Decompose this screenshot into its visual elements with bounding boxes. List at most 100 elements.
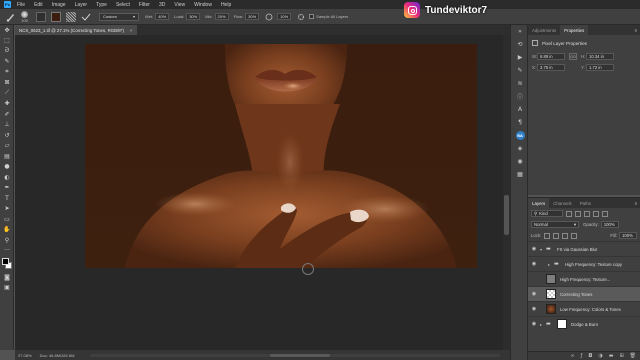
menu-type[interactable]: Type	[96, 2, 107, 8]
scrollbar-thumb[interactable]	[504, 195, 509, 235]
tab-layers[interactable]: Layers	[528, 198, 550, 208]
x-input[interactable]: 3.75 in	[537, 64, 565, 71]
dodge-tool-icon[interactable]: ◐	[0, 172, 14, 183]
lasso-tool-icon[interactable]: ᘐ	[0, 46, 14, 57]
shape-filter-icon[interactable]	[593, 210, 599, 217]
scrollbar-thumb[interactable]	[270, 354, 330, 357]
lock-position-icon[interactable]	[562, 232, 569, 239]
actions-panel-icon[interactable]: ▶	[511, 51, 529, 64]
quick-select-tool-icon[interactable]: ✎	[0, 57, 14, 68]
paragraph-panel-icon[interactable]: ¶	[511, 116, 529, 129]
move-tool-icon[interactable]: ✥	[0, 25, 14, 36]
marquee-tool-icon[interactable]: ⬚	[0, 36, 14, 47]
visibility-eye-icon[interactable]: ◉	[528, 246, 540, 252]
smoothing-input[interactable]: 10%	[277, 13, 292, 20]
layer-low-frequency-colors-tones[interactable]: ◉ Low Frequency: Colors & Tones	[528, 301, 640, 316]
menu-filter[interactable]: Filter	[139, 2, 150, 8]
panel-menu-icon[interactable]: ≡	[634, 25, 640, 35]
link-layers-icon[interactable]: ∞	[570, 353, 574, 359]
lock-all-icon[interactable]	[571, 232, 578, 239]
quick-mask-icon[interactable]: ◙	[0, 272, 14, 283]
brush-settings-icon[interactable]	[36, 11, 46, 22]
frame-tool-icon[interactable]: ⊠	[0, 78, 14, 89]
history-panel-icon[interactable]: ⟲	[511, 38, 529, 51]
new-group-icon[interactable]: ▬	[609, 353, 614, 359]
y-input[interactable]: 1.72 in	[586, 64, 614, 71]
layer-group-dodge-burn[interactable]: ◉ ▸ ▬ Dodge & Burn	[528, 316, 640, 331]
opacity-input[interactable]: 100%	[600, 221, 619, 228]
menu-file[interactable]: File	[17, 2, 25, 8]
brush-tool-icon[interactable]: ✐	[0, 109, 14, 120]
flow-input[interactable]: 30%	[245, 13, 260, 20]
menu-3d[interactable]: 3D	[159, 2, 165, 8]
adjustment-filter-icon[interactable]	[575, 210, 581, 217]
tab-channels[interactable]: Channels	[549, 198, 576, 208]
menu-edit[interactable]: Edit	[34, 2, 43, 8]
layer-high-frequency-texture[interactable]: ◉ High Frequency: Texture...	[528, 271, 640, 286]
filter-kind-dropdown[interactable]: ⚲ Kind	[531, 210, 563, 217]
wet-input[interactable]: 40%	[155, 13, 170, 20]
foreground-color-swatch[interactable]	[2, 258, 9, 265]
menu-layer[interactable]: Layer	[75, 2, 88, 8]
height-input[interactable]: 10.34 in	[586, 53, 614, 60]
adjustment-layer-icon[interactable]: ◑	[598, 353, 602, 359]
gradient-tool-icon[interactable]: ▤	[0, 151, 14, 162]
info-panel-icon[interactable]: ⓘ	[511, 90, 529, 103]
type-filter-icon[interactable]	[584, 210, 590, 217]
zoom-level[interactable]: 27.08%	[18, 353, 32, 358]
brushes-panel-icon[interactable]: ✎	[511, 64, 529, 77]
layer-correcting-tones[interactable]: ◉ Correcting Tones	[528, 286, 640, 301]
visibility-eye-icon[interactable]: ◉	[528, 261, 540, 267]
panel-menu-icon[interactable]: ≡	[634, 198, 640, 208]
clone-stamp-tool-icon[interactable]: ⊥	[0, 120, 14, 131]
mixer-brush-icon[interactable]	[6, 12, 16, 22]
eraser-tool-icon[interactable]: ▱	[0, 141, 14, 152]
brush-preset-picker[interactable]: 100	[21, 10, 28, 23]
tab-paths[interactable]: Paths	[576, 198, 595, 208]
layer-mask-thumbnail[interactable]	[557, 319, 567, 329]
visibility-eye-icon[interactable]: ◉	[528, 291, 540, 297]
visibility-eye-icon[interactable]: ◉	[528, 321, 540, 327]
document-tab[interactable]: NCS_0623_1.tif @ 27.1% (Correcting Tones…	[15, 25, 137, 35]
visibility-eye-icon[interactable]: ◉	[528, 276, 540, 282]
expand-panels-icon[interactable]: »	[511, 25, 529, 38]
new-layer-icon[interactable]: ⊞	[619, 353, 623, 359]
add-mask-icon[interactable]: ◘	[588, 353, 592, 359]
menu-help[interactable]: Help	[221, 2, 231, 8]
color-swatches[interactable]	[0, 256, 14, 272]
swatches-panel-icon[interactable]: ▦	[511, 168, 529, 181]
link-dimensions-button[interactable]: GO	[569, 53, 577, 60]
path-selection-tool-icon[interactable]: ➤	[0, 204, 14, 215]
blend-mode-dropdown[interactable]: Normal ▾	[531, 221, 579, 228]
pen-tool-icon[interactable]: ✒	[0, 183, 14, 194]
smoothing-settings-gear-icon[interactable]	[296, 12, 306, 22]
horizontal-scrollbar[interactable]	[90, 354, 500, 357]
layer-group-high-frequency-texture-copy[interactable]: ◉ ▸ ▬ High Frequency: Texture copy	[528, 256, 640, 271]
load-brush-icon[interactable]	[66, 11, 76, 22]
fill-input[interactable]: 100%	[619, 232, 637, 239]
brush-settings-panel-icon[interactable]: ≋	[511, 77, 529, 90]
mix-input[interactable]: 20%	[214, 13, 229, 20]
rectangle-tool-icon[interactable]: ▭	[0, 214, 14, 225]
vertical-scrollbar[interactable]	[503, 35, 510, 350]
crop-tool-icon[interactable]: ⌗	[0, 67, 14, 78]
clean-brush-icon[interactable]	[81, 12, 91, 22]
width-input[interactable]: 6.89 in	[537, 53, 565, 60]
character-panel-icon[interactable]: A	[511, 103, 529, 116]
history-brush-tool-icon[interactable]: ↺	[0, 130, 14, 141]
current-brush-load-swatch[interactable]	[51, 11, 61, 22]
doc-size[interactable]: Doc: 46.8M/282.6M	[40, 353, 75, 358]
menu-view[interactable]: View	[174, 2, 185, 8]
color-panel-icon[interactable]: ◉	[511, 155, 529, 168]
smart-object-filter-icon[interactable]	[602, 210, 608, 217]
visibility-eye-icon[interactable]: ◉	[528, 306, 540, 312]
lock-pixels-icon[interactable]	[553, 232, 560, 239]
blend-preset-dropdown[interactable]: Custom ▾	[99, 12, 139, 21]
hand-tool-icon[interactable]: ✋	[0, 225, 14, 236]
menu-window[interactable]: Window	[194, 2, 212, 8]
delete-layer-icon[interactable]: 🗑	[630, 353, 636, 359]
layer-group-fs-via-gaussian-blur[interactable]: ◉ ▾ ▬ FS via Gaussian Blur	[528, 241, 640, 256]
menu-image[interactable]: Image	[52, 2, 66, 8]
menu-select[interactable]: Select	[116, 2, 130, 8]
more-tools-icon[interactable]: ···	[0, 246, 14, 257]
